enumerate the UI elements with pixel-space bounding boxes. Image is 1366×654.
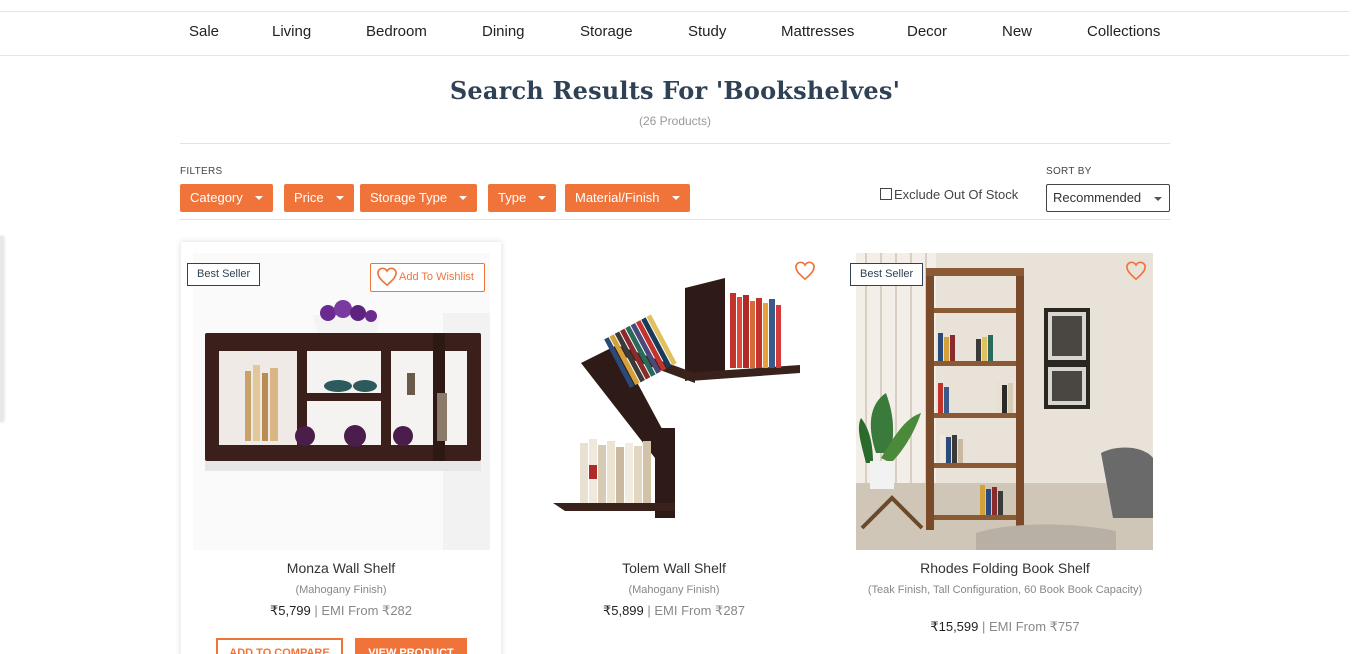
add-to-compare-button[interactable]: ADD TO COMPARE [216, 638, 343, 654]
caret-down-icon [254, 195, 263, 200]
filter-label: Material/Finish [575, 190, 660, 205]
divider [180, 143, 1170, 144]
product-name[interactable]: Tolem Wall Shelf [514, 560, 834, 576]
filter-label: Type [498, 190, 527, 205]
caret-down-icon [335, 195, 344, 200]
product-price-row: ₹5,899 | EMI From ₹287 [514, 603, 834, 619]
product-price-row: ₹15,599 | EMI From ₹757 [845, 619, 1165, 635]
product-card[interactable]: Best Seller Rhodes Folding Book Shelf (T… [845, 242, 1165, 654]
product-finish: (Mahogany Finish) [295, 584, 387, 596]
sort-select[interactable]: Recommended [1046, 184, 1170, 212]
nav-living[interactable]: Living [272, 12, 311, 55]
caret-down-icon [538, 195, 547, 200]
price-separator: | [643, 603, 655, 618]
product-finish: (Teak Finish, Tall Configuration, 60 Boo… [867, 584, 1143, 596]
filters-label: FILTERS [180, 166, 223, 177]
filter-label: Storage Type [370, 190, 448, 205]
add-to-wishlist-button[interactable]: Add To Wishlist [370, 263, 485, 292]
product-card[interactable]: Tolem Wall Shelf (Mahogany Finish) ₹5,89… [514, 242, 834, 654]
filter-type-button[interactable]: Type [488, 184, 557, 212]
filter-label: Category [190, 190, 243, 205]
caret-down-icon [671, 195, 680, 200]
nav-new[interactable]: New [1002, 12, 1032, 55]
sort-label: SORT BY [1046, 166, 1092, 177]
product-emi: EMI From ₹282 [321, 603, 413, 618]
product-image[interactable] [193, 253, 490, 550]
nav-dining[interactable]: Dining [482, 12, 525, 55]
product-emi: EMI From ₹287 [654, 603, 746, 618]
divider [180, 219, 1170, 220]
product-finish: (Mahogany Finish) [628, 584, 720, 596]
exclude-out-of-stock-label: Exclude Out Of Stock [894, 187, 1019, 202]
sort-selected-value: Recommended [1053, 190, 1142, 205]
heart-icon [377, 267, 397, 287]
nav-collections[interactable]: Collections [1087, 12, 1160, 55]
top-strip [0, 0, 1349, 12]
wishlist-heart-icon[interactable] [1125, 261, 1147, 281]
nav-decor[interactable]: Decor [907, 12, 947, 55]
page-scrollbar[interactable] [1349, 0, 1366, 654]
price-separator: | [310, 603, 322, 618]
nav-storage[interactable]: Storage [580, 12, 633, 55]
side-feedback-tab[interactable] [0, 236, 3, 422]
nav-sale[interactable]: Sale [189, 12, 219, 55]
page-title: Search Results For 'Bookshelves' [449, 76, 901, 105]
product-name[interactable]: Monza Wall Shelf [181, 560, 501, 576]
product-image[interactable] [525, 253, 822, 550]
product-price: ₹15,599 [930, 619, 979, 634]
nav-mattresses[interactable]: Mattresses [781, 12, 854, 55]
filter-price-button[interactable]: Price [284, 184, 354, 212]
best-seller-badge: Best Seller [187, 263, 261, 286]
product-emi: EMI From ₹757 [989, 619, 1080, 634]
nav-study[interactable]: Study [688, 12, 726, 55]
product-price: ₹5,799 [269, 603, 311, 618]
exclude-out-of-stock-checkbox[interactable] [880, 187, 892, 200]
wishlist-label: Add To Wishlist [399, 271, 474, 283]
product-price: ₹5,899 [602, 603, 644, 618]
product-price-row: ₹5,799 | EMI From ₹282 [181, 603, 501, 619]
caret-down-icon [1154, 197, 1162, 201]
main-nav: Sale Living Bedroom Dining Storage Study… [0, 12, 1349, 56]
view-product-button[interactable]: VIEW PRODUCT [355, 638, 467, 654]
best-seller-badge: Best Seller [850, 263, 924, 286]
price-separator: | [978, 619, 989, 634]
filter-category-button[interactable]: Category [180, 184, 273, 212]
caret-down-icon [459, 195, 468, 200]
filter-label: Price [294, 190, 324, 205]
nav-bedroom[interactable]: Bedroom [366, 12, 427, 55]
filter-material-button[interactable]: Material/Finish [565, 184, 690, 212]
product-card[interactable]: Best Seller Add To Wishlist Monza Wall S… [181, 242, 501, 654]
filter-storage-type-button[interactable]: Storage Type [360, 184, 478, 212]
product-image[interactable] [856, 253, 1153, 550]
product-count: (26 Products) [638, 114, 712, 128]
wishlist-heart-icon[interactable] [794, 261, 816, 281]
product-name[interactable]: Rhodes Folding Book Shelf [845, 560, 1165, 576]
exclude-out-of-stock-toggle[interactable]: Exclude Out Of Stock [880, 187, 1018, 202]
